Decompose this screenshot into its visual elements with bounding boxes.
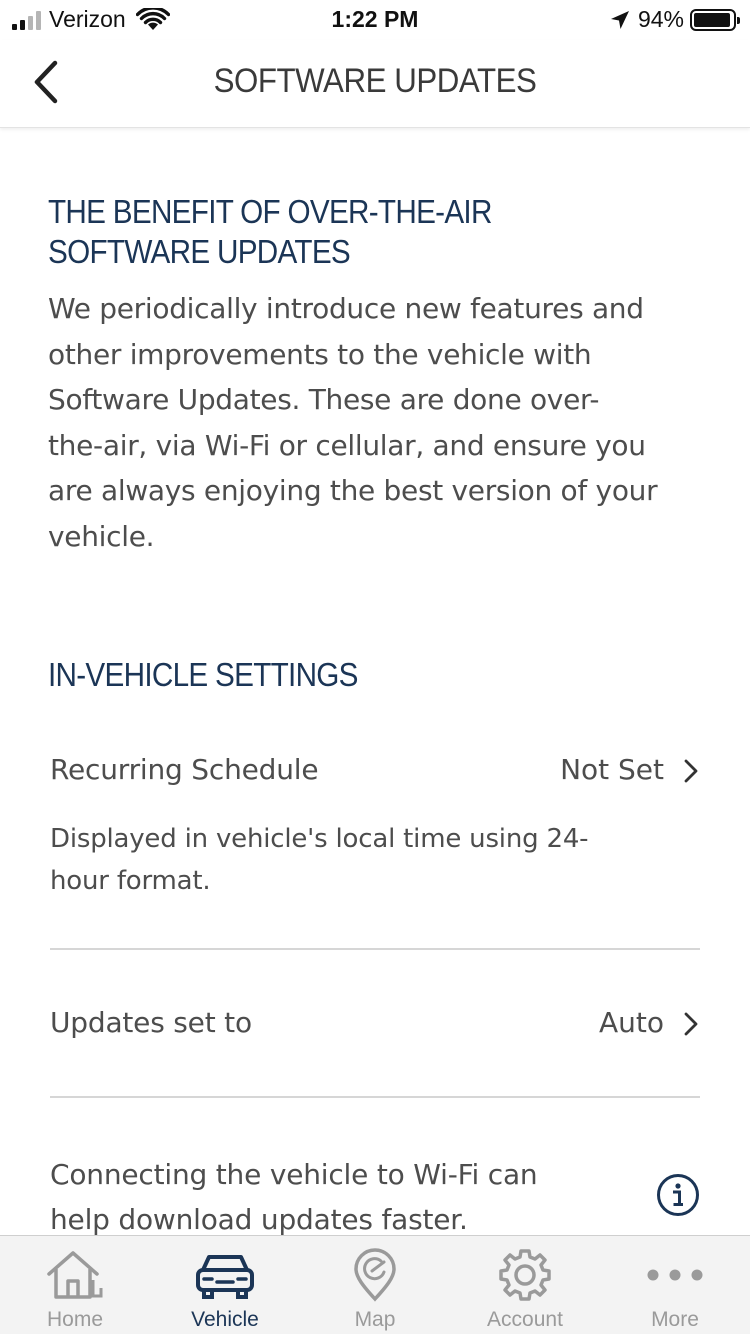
updates-set-to-label: Updates set to bbox=[50, 1006, 252, 1039]
gear-icon bbox=[499, 1249, 551, 1301]
schedule-helper-line: Displayed in vehicle's local time using … bbox=[50, 824, 589, 854]
wifi-note: Connecting the vehicle to Wi-Fi can help… bbox=[50, 1152, 610, 1235]
wifi-note-line: Connecting the vehicle to Wi-Fi can bbox=[50, 1158, 538, 1191]
tab-bar: Home Vehicle Map Account More bbox=[0, 1235, 750, 1334]
recurring-schedule-label: Recurring Schedule bbox=[50, 753, 319, 786]
battery-percent: 94% bbox=[637, 6, 684, 32]
tab-vehicle-label: Vehicle bbox=[191, 1308, 259, 1331]
benefit-description-line: are always enjoying the best version of … bbox=[48, 474, 658, 507]
main-content[interactable]: THE BENEFIT OF OVER-THE-AIR SOFTWARE UPD… bbox=[0, 130, 750, 1235]
benefit-description-line: We periodically introduce new features a… bbox=[48, 292, 644, 325]
benefit-description-line: the-air, via Wi-Fi or cellular, and ensu… bbox=[48, 428, 646, 462]
updates-set-to-row[interactable]: Updates set to Auto bbox=[50, 1006, 700, 1046]
location-arrow-icon bbox=[610, 10, 629, 29]
benefit-description-line: vehicle. bbox=[48, 519, 155, 553]
status-bar: Verizon 1:22 PM 94% bbox=[0, 0, 750, 40]
recurring-schedule-value: Not Set bbox=[560, 753, 664, 786]
updates-set-to-value: Auto bbox=[598, 1006, 664, 1039]
benefit-heading-line: SOFTWARE UPDATES bbox=[48, 233, 351, 270]
divider bbox=[50, 1096, 700, 1098]
tab-vehicle[interactable]: Vehicle bbox=[150, 1236, 300, 1334]
more-dots-icon bbox=[647, 1269, 703, 1281]
tab-more[interactable]: More bbox=[600, 1236, 750, 1334]
divider bbox=[50, 948, 700, 950]
map-pin-icon bbox=[354, 1248, 396, 1302]
navigation-bar: SOFTWARE UPDATES bbox=[0, 40, 750, 128]
tab-home[interactable]: Home bbox=[0, 1236, 150, 1334]
car-icon bbox=[196, 1255, 254, 1299]
tab-account-label: Account bbox=[487, 1308, 563, 1331]
tab-more-label: More bbox=[651, 1308, 699, 1331]
benefit-heading-line: THE BENEFIT OF OVER-THE-AIR bbox=[48, 193, 492, 230]
benefit-heading: THE BENEFIT OF OVER-THE-AIR SOFTWARE UPD… bbox=[48, 192, 696, 272]
status-right: 94% bbox=[610, 6, 740, 33]
chevron-right-icon bbox=[684, 1012, 698, 1036]
in-vehicle-settings-heading: IN-VEHICLE SETTINGS bbox=[48, 656, 359, 693]
battery-icon bbox=[690, 8, 740, 31]
tab-map-label: Map bbox=[354, 1308, 396, 1331]
tab-account[interactable]: Account bbox=[450, 1236, 600, 1334]
schedule-helper-text: Displayed in vehicle's local time using … bbox=[50, 818, 650, 902]
benefit-description: We periodically introduce new features a… bbox=[48, 286, 708, 559]
wifi-note-line: help download updates faster. bbox=[50, 1203, 468, 1235]
info-icon[interactable] bbox=[656, 1173, 700, 1217]
tab-home-label: Home bbox=[46, 1308, 104, 1331]
benefit-description-line: other improvements to the vehicle with bbox=[48, 337, 592, 371]
recurring-schedule-row[interactable]: Recurring Schedule Not Set bbox=[50, 753, 700, 793]
chevron-right-icon bbox=[684, 759, 698, 783]
schedule-helper-line: hour format. bbox=[50, 866, 211, 896]
page-title: SOFTWARE UPDATES bbox=[213, 62, 537, 100]
benefit-description-line: Software Updates. These are done over- bbox=[48, 383, 600, 416]
tab-map[interactable]: Map bbox=[300, 1236, 450, 1334]
home-icon bbox=[47, 1251, 103, 1299]
